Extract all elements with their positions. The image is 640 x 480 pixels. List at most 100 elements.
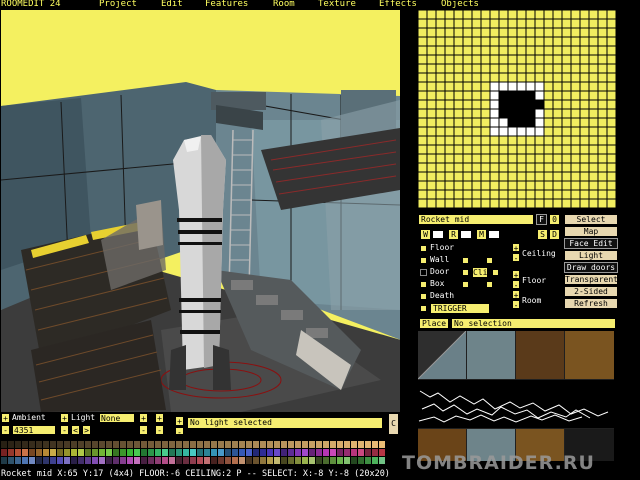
menu-objects[interactable]: Objects — [441, 0, 479, 9]
palette-swatch[interactable] — [8, 441, 14, 448]
palette-swatch[interactable] — [134, 457, 140, 464]
palette-swatch[interactable] — [309, 457, 315, 464]
slope-4-box[interactable] — [486, 257, 493, 264]
palette-swatch[interactable] — [372, 449, 378, 456]
light-button[interactable]: Light — [564, 250, 618, 261]
palette-swatch[interactable] — [323, 441, 329, 448]
palette-swatch[interactable] — [43, 457, 49, 464]
palette-swatch[interactable] — [71, 441, 77, 448]
palette-swatch[interactable] — [302, 449, 308, 456]
palette-swatch[interactable] — [372, 457, 378, 464]
palette-swatch[interactable] — [148, 449, 154, 456]
map-button[interactable]: Map — [564, 226, 618, 237]
palette-swatch[interactable] — [99, 449, 105, 456]
slope-5-box[interactable] — [492, 269, 499, 276]
palette-swatch[interactable] — [309, 441, 315, 448]
palette-swatch[interactable] — [15, 457, 21, 464]
light-minus-button[interactable]: - — [60, 425, 69, 435]
palette-swatch[interactable] — [197, 441, 203, 448]
palette-swatch[interactable] — [99, 441, 105, 448]
palette-swatch[interactable] — [323, 457, 329, 464]
palette-swatch[interactable] — [22, 457, 28, 464]
palette-swatch[interactable] — [344, 449, 350, 456]
menu-edit[interactable]: Edit — [161, 0, 183, 9]
palette-swatch[interactable] — [64, 449, 70, 456]
palette-swatch[interactable] — [330, 457, 336, 464]
refresh-button[interactable]: Refresh — [564, 298, 618, 309]
palette-swatch[interactable] — [57, 441, 63, 448]
light-param-3-plus[interactable]: + — [175, 416, 184, 426]
light-param-2-minus[interactable]: - — [155, 425, 164, 435]
palette-swatch[interactable] — [8, 449, 14, 456]
grid-map-canvas[interactable] — [417, 9, 617, 209]
palette-swatch[interactable] — [29, 449, 35, 456]
palette-swatch[interactable] — [302, 441, 308, 448]
toggle-d-button[interactable]: D — [549, 229, 560, 240]
palette-swatch[interactable] — [379, 449, 385, 456]
palette-swatch[interactable] — [120, 449, 126, 456]
palette-swatch[interactable] — [8, 457, 14, 464]
palette-swatch[interactable] — [295, 457, 301, 464]
palette-swatch[interactable] — [22, 449, 28, 456]
palette-swatch[interactable] — [204, 449, 210, 456]
palette-swatch[interactable] — [260, 457, 266, 464]
palette-swatch[interactable] — [197, 449, 203, 456]
menu-room[interactable]: Room — [273, 0, 295, 9]
palette-swatch[interactable] — [176, 449, 182, 456]
light-type-field[interactable]: None — [99, 413, 135, 423]
light-param-2-plus[interactable]: + — [155, 413, 164, 423]
palette-swatch[interactable] — [29, 457, 35, 464]
palette-swatch[interactable] — [239, 441, 245, 448]
palette-swatch[interactable] — [330, 449, 336, 456]
palette-swatch[interactable] — [155, 449, 161, 456]
palette-swatch[interactable] — [29, 441, 35, 448]
palette-swatch[interactable] — [225, 449, 231, 456]
palette-swatch[interactable] — [113, 441, 119, 448]
texture-palette[interactable] — [418, 331, 614, 461]
palette-swatch[interactable] — [15, 449, 21, 456]
palette-swatches[interactable] — [1, 440, 386, 466]
palette-swatch[interactable] — [239, 457, 245, 464]
palette-swatch[interactable] — [190, 449, 196, 456]
palette-swatch[interactable] — [78, 441, 84, 448]
palette-swatch[interactable] — [120, 457, 126, 464]
place-button[interactable]: Place — [419, 318, 449, 329]
palette-swatch[interactable] — [253, 449, 259, 456]
palette-swatch[interactable] — [344, 457, 350, 464]
palette-swatch[interactable] — [190, 457, 196, 464]
palette-swatch[interactable] — [106, 441, 112, 448]
palette-swatch[interactable] — [351, 449, 357, 456]
ambient-value-field[interactable]: 4351 — [12, 425, 56, 435]
w-value-box[interactable] — [432, 230, 444, 239]
light-plus-button[interactable]: + — [60, 413, 69, 423]
palette-swatch[interactable] — [281, 449, 287, 456]
palette-swatch[interactable] — [253, 457, 259, 464]
palette-swatch[interactable] — [204, 457, 210, 464]
palette-swatch[interactable] — [358, 441, 364, 448]
palette-swatch[interactable] — [246, 449, 252, 456]
trigger-field[interactable]: TRIGGER — [430, 303, 490, 314]
m-value-box[interactable] — [488, 230, 500, 239]
texture-tiles[interactable] — [418, 331, 614, 461]
palette-swatch[interactable] — [190, 441, 196, 448]
r-value-box[interactable] — [460, 230, 472, 239]
palette-swatch[interactable] — [183, 449, 189, 456]
palette-swatch[interactable] — [295, 449, 301, 456]
palette-swatch[interactable] — [218, 449, 224, 456]
palette-swatch[interactable] — [148, 457, 154, 464]
toggle-s-button[interactable]: S — [537, 229, 548, 240]
slope-6-box[interactable] — [486, 281, 493, 288]
palette-swatch[interactable] — [267, 457, 273, 464]
palette-swatch[interactable] — [127, 449, 133, 456]
palette-swatch[interactable] — [316, 457, 322, 464]
palette-swatch[interactable] — [211, 449, 217, 456]
wall-type-checkbox[interactable] — [420, 257, 427, 264]
palette-swatch[interactable] — [288, 441, 294, 448]
palette-swatch[interactable] — [379, 457, 385, 464]
palette-swatch[interactable] — [169, 449, 175, 456]
palette-swatch[interactable] — [113, 457, 119, 464]
light-next-button[interactable]: > — [82, 425, 91, 435]
palette-swatch[interactable] — [183, 441, 189, 448]
palette-swatch[interactable] — [246, 457, 252, 464]
palette-swatch[interactable] — [365, 441, 371, 448]
